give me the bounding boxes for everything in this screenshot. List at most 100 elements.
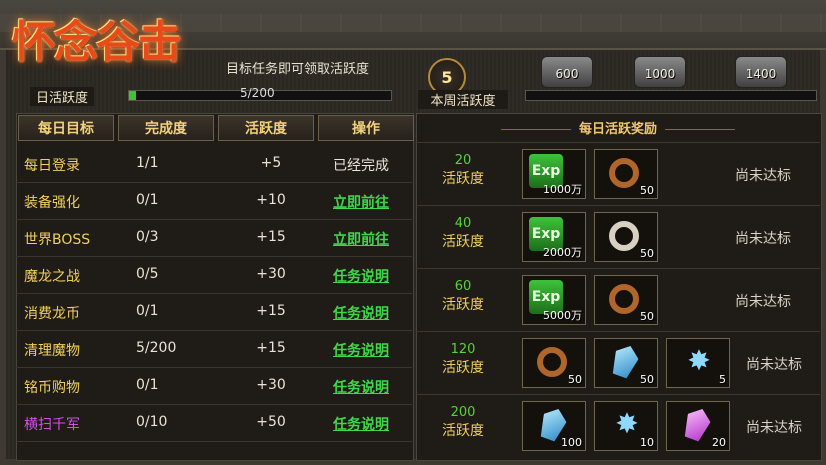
task-action-link[interactable]: 任务说明 (316, 340, 406, 360)
reward-item-slot[interactable]: 50 (594, 149, 658, 199)
chest-1000[interactable]: 1000 (634, 56, 686, 88)
task-action-link[interactable]: 立即前往 (316, 192, 406, 212)
task-points: +15 (256, 229, 286, 245)
task-name: 每日登录 (24, 158, 80, 174)
ring-icon (537, 347, 567, 377)
task-progress: 0/3 (136, 229, 159, 245)
weekly-progress-bar (525, 90, 817, 101)
chest-600[interactable]: 600 (541, 56, 593, 88)
task-name: 魔龙之战 (24, 269, 80, 285)
task-points: +5 (260, 155, 282, 171)
reward-item-slot[interactable]: ✸ 5 (666, 338, 730, 388)
requirement-value: 40 (454, 216, 472, 231)
daily-activity-label: 日活跃度 (30, 87, 95, 106)
requirement-unit: 活跃度 (442, 297, 484, 313)
item-quantity: 20 (712, 436, 726, 449)
item-quantity: 5000万 (543, 309, 582, 322)
reward-item-slot[interactable]: 50 (594, 275, 658, 325)
task-action-link[interactable]: 任务说明 (316, 377, 406, 397)
requirement-unit: 活跃度 (442, 423, 484, 439)
header-progress: 完成度 (118, 115, 214, 141)
purple-crystal-icon (680, 405, 713, 443)
reward-requirement: 200 活跃度 (428, 405, 498, 440)
table-row: 装备强化 0/1 +10 立即前往 (16, 182, 412, 220)
reward-item-slot[interactable]: 20 (666, 401, 730, 451)
task-points: +15 (256, 303, 286, 319)
reward-requirement: 60 活跃度 (428, 279, 498, 314)
reward-item-slot[interactable]: Exp 1000万 (522, 149, 586, 199)
task-progress: 1/1 (136, 155, 159, 171)
reward-row: 40 活跃度 Exp 2000万 50 尚未达标 (416, 205, 820, 267)
header-action: 操作 (318, 115, 414, 141)
item-quantity: 50 (568, 373, 582, 386)
requirement-unit: 活跃度 (442, 360, 484, 376)
task-completed-label: 已经完成 (333, 158, 389, 174)
daily-progress-text: 5/200 (240, 86, 275, 100)
reward-item-slot[interactable]: Exp 2000万 (522, 212, 586, 262)
table-row: 铭币购物 0/1 +30 任务说明 (16, 367, 412, 405)
item-quantity: 100 (561, 436, 582, 449)
task-progress: 5/200 (136, 340, 177, 356)
reward-item-slot[interactable]: Exp 5000万 (522, 275, 586, 325)
item-quantity: 1000万 (543, 183, 582, 196)
requirement-value: 200 (450, 405, 476, 420)
task-points: +10 (256, 192, 286, 208)
table-row: 魔龙之战 0/5 +30 任务说明 (16, 256, 412, 294)
item-quantity: 50 (640, 373, 654, 386)
task-points: +30 (256, 377, 286, 393)
reward-row: 20 活跃度 Exp 1000万 50 尚未达标 (416, 142, 820, 204)
reward-requirement: 120 活跃度 (428, 342, 498, 377)
task-progress: 0/10 (136, 414, 168, 430)
blue-crystal-icon (608, 342, 641, 380)
weekly-activity-label: 本周活跃度 (418, 90, 508, 109)
reward-item-slot[interactable]: 100 (522, 401, 586, 451)
table-row: 横扫千军 0/10 +50 任务说明 (16, 404, 412, 442)
task-action-link[interactable]: 立即前往 (316, 229, 406, 249)
reward-row: 60 活跃度 Exp 5000万 50 尚未达标 (416, 268, 820, 330)
reward-item-slot[interactable]: 50 (594, 212, 658, 262)
reward-item-slot[interactable]: ✸ 10 (594, 401, 658, 451)
requirement-value: 20 (454, 153, 472, 168)
task-progress: 0/1 (136, 303, 159, 319)
reward-requirement: 20 活跃度 (428, 153, 498, 188)
task-points: +15 (256, 340, 286, 356)
star-icon: ✸ (687, 344, 711, 377)
chest-1400[interactable]: 1400 (735, 56, 787, 88)
requirement-value: 120 (450, 342, 476, 357)
daily-progress-fill (129, 91, 136, 100)
reward-requirement: 40 活跃度 (428, 216, 498, 251)
table-row: 每日登录 1/1 +5 已经完成 (16, 145, 412, 183)
table-row: 清理魔物 5/200 +15 任务说明 (16, 330, 412, 368)
task-name: 清理魔物 (24, 343, 80, 359)
chest-label: 1400 (745, 67, 777, 81)
reward-status: 尚未达标 (735, 294, 791, 310)
table-row: 消费龙币 0/1 +15 任务说明 (16, 293, 412, 331)
chest-label: 600 (555, 67, 579, 81)
task-action-link[interactable]: 任务说明 (316, 414, 406, 434)
task-name: 装备强化 (24, 195, 80, 211)
reward-item-slot[interactable]: 50 (594, 338, 658, 388)
item-quantity: 5 (719, 373, 726, 386)
task-progress: 0/1 (136, 192, 159, 208)
task-points: +30 (256, 266, 286, 282)
reward-row: 200 活跃度 100 ✸ 10 20 尚未达标 (416, 394, 820, 456)
reward-item-slot[interactable]: 50 (522, 338, 586, 388)
header-points: 活跃度 (218, 115, 314, 141)
requirement-value: 60 (454, 279, 472, 294)
daily-notice: 目标任务即可领取活跃度 (226, 62, 370, 77)
task-name: 消费龙币 (24, 306, 80, 322)
task-name: 横扫千军 (24, 417, 80, 433)
rewards-title: 每日活跃奖励 (416, 118, 820, 137)
requirement-unit: 活跃度 (442, 171, 484, 187)
star-icon: ✸ (615, 407, 639, 440)
task-action-link[interactable]: 任务说明 (316, 303, 406, 323)
task-points: +50 (256, 414, 286, 430)
ring-icon (609, 158, 639, 188)
task-progress: 0/5 (136, 266, 159, 282)
item-quantity: 50 (640, 247, 654, 260)
game-logo: 怀念谷击 (12, 17, 182, 68)
task-action-link[interactable]: 任务说明 (316, 266, 406, 286)
ring-icon (609, 284, 639, 314)
reward-status: 尚未达标 (735, 231, 791, 247)
white-ring-icon (609, 221, 639, 251)
